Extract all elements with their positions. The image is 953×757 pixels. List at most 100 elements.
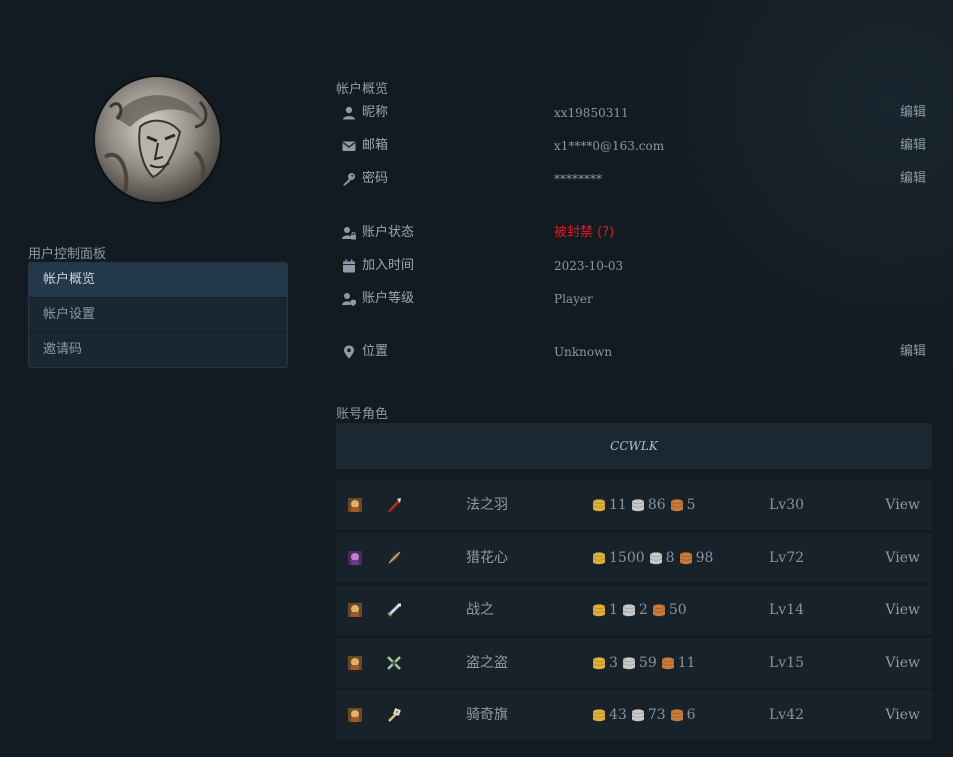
view-character-link[interactable]: View <box>885 533 920 583</box>
edit-email-link[interactable]: 编辑 <box>900 136 926 156</box>
gold-icon <box>591 551 607 565</box>
character-name[interactable]: 战之 <box>466 585 494 635</box>
copper-amount: 50 <box>668 602 687 618</box>
location-value: Unknown <box>554 345 613 359</box>
gold-amount: 11 <box>609 497 627 513</box>
user-icon <box>342 106 356 120</box>
level-value: Player <box>554 292 593 306</box>
view-character-link[interactable]: View <box>885 585 920 635</box>
character-money: 11 86 5 <box>589 480 697 530</box>
race-icon <box>348 551 362 565</box>
copper-amount: 98 <box>695 550 714 566</box>
password-value: ******** <box>554 172 602 186</box>
gold-icon <box>591 656 607 670</box>
gold-amount: 43 <box>609 707 627 723</box>
character-money: 3 59 11 <box>589 638 697 688</box>
level-label: 账户等级 <box>362 291 415 306</box>
password-row: 密码 ******** 编辑 <box>336 169 926 189</box>
copper-amount: 11 <box>677 655 696 671</box>
copper-icon <box>651 603 667 617</box>
copper-amount: 5 <box>686 497 696 513</box>
edit-password-link[interactable]: 编辑 <box>900 169 926 189</box>
location-label: 位置 <box>362 344 389 359</box>
character-level: Lv42 <box>769 707 805 723</box>
character-row[interactable]: 猎花心 1500 8 98 Lv72 View <box>336 533 932 583</box>
envelope-icon <box>342 139 356 153</box>
realm-header: CCWLK <box>336 423 932 469</box>
email-row: 邮箱 x1****0@163.com 编辑 <box>336 136 926 156</box>
silver-icon <box>630 708 646 722</box>
race-icon <box>348 656 362 670</box>
class-icon-warrior <box>386 602 402 618</box>
silver-icon <box>630 498 646 512</box>
silver-icon <box>621 603 637 617</box>
character-name[interactable]: 法之羽 <box>466 480 508 530</box>
user-lock-icon <box>342 226 356 240</box>
location-row: 位置 Unknown 编辑 <box>336 342 926 362</box>
character-row[interactable]: 战之 1 2 50 Lv14 View <box>336 585 932 635</box>
silver-amount: 59 <box>638 655 657 671</box>
character-level: Lv15 <box>769 655 805 671</box>
race-icon <box>348 708 362 722</box>
characters-title: 账号角色 <box>336 407 389 422</box>
class-icon-paladin <box>386 707 402 723</box>
character-row[interactable]: 盗之盗 3 59 11 Lv15 View <box>336 638 932 688</box>
password-label: 密码 <box>362 171 389 186</box>
silver-amount: 73 <box>647 707 666 723</box>
key-icon <box>342 172 356 186</box>
copper-icon <box>660 656 676 670</box>
character-level: Lv30 <box>769 497 805 513</box>
gold-icon <box>591 708 607 722</box>
silver-amount: 2 <box>638 602 648 618</box>
copper-icon <box>678 551 694 565</box>
character-name[interactable]: 盗之盗 <box>466 638 508 688</box>
sidebar-menu: 帐户概览 帐户设置 邀请码 <box>28 262 288 368</box>
user-shield-icon <box>342 292 356 306</box>
character-row[interactable]: 法之羽 11 86 5 Lv30 View <box>336 480 932 530</box>
calendar-icon <box>342 259 356 273</box>
control-panel-title: 用户控制面板 <box>28 247 107 262</box>
edit-nickname-link[interactable]: 编辑 <box>900 103 926 123</box>
sidebar-item-account-settings[interactable]: 帐户设置 <box>29 297 287 332</box>
silver-icon <box>621 656 637 670</box>
sidebar-item-account-overview[interactable]: 帐户概览 <box>29 263 287 297</box>
view-character-link[interactable]: View <box>885 690 920 740</box>
copper-icon <box>669 708 685 722</box>
view-character-link[interactable]: View <box>885 638 920 688</box>
gold-amount: 1 <box>609 602 618 618</box>
character-money: 1 2 50 <box>589 585 688 635</box>
gold-icon <box>591 498 607 512</box>
race-icon <box>348 603 362 617</box>
gold-icon <box>591 603 607 617</box>
nickname-value: xx19850311 <box>554 106 629 120</box>
status-label: 账户状态 <box>362 225 415 240</box>
status-row: 账户状态 被封禁 (?) <box>336 223 926 243</box>
level-row: 账户等级 Player <box>336 289 926 309</box>
silver-amount: 86 <box>647 497 666 513</box>
copper-amount: 6 <box>686 707 696 723</box>
sidebar-item-invite-code[interactable]: 邀请码 <box>29 332 287 367</box>
avatar[interactable] <box>95 77 220 202</box>
character-name[interactable]: 骑奇旗 <box>466 690 508 740</box>
email-value: x1****0@163.com <box>554 139 665 153</box>
character-level: Lv72 <box>769 550 805 566</box>
gold-amount: 1500 <box>609 550 645 566</box>
overview-title: 帐户概览 <box>336 82 389 97</box>
nickname-label: 昵称 <box>362 105 389 120</box>
joined-value: 2023-10-03 <box>554 259 624 273</box>
map-pin-icon <box>342 345 356 359</box>
character-row[interactable]: 骑奇旗 43 73 6 Lv42 View <box>336 690 932 740</box>
character-level: Lv14 <box>769 602 805 618</box>
email-label: 邮箱 <box>362 138 389 153</box>
character-money: 1500 8 98 <box>589 533 714 583</box>
joined-label: 加入时间 <box>362 258 415 273</box>
race-icon <box>348 498 362 512</box>
view-character-link[interactable]: View <box>885 480 920 530</box>
nickname-row: 昵称 xx19850311 编辑 <box>336 103 926 123</box>
class-icon-rogue <box>386 655 402 671</box>
joined-row: 加入时间 2023-10-03 <box>336 256 926 276</box>
character-name[interactable]: 猎花心 <box>466 533 508 583</box>
silver-icon <box>648 551 664 565</box>
status-value-banned[interactable]: 被封禁 (?) <box>554 223 614 243</box>
edit-location-link[interactable]: 编辑 <box>900 342 926 362</box>
